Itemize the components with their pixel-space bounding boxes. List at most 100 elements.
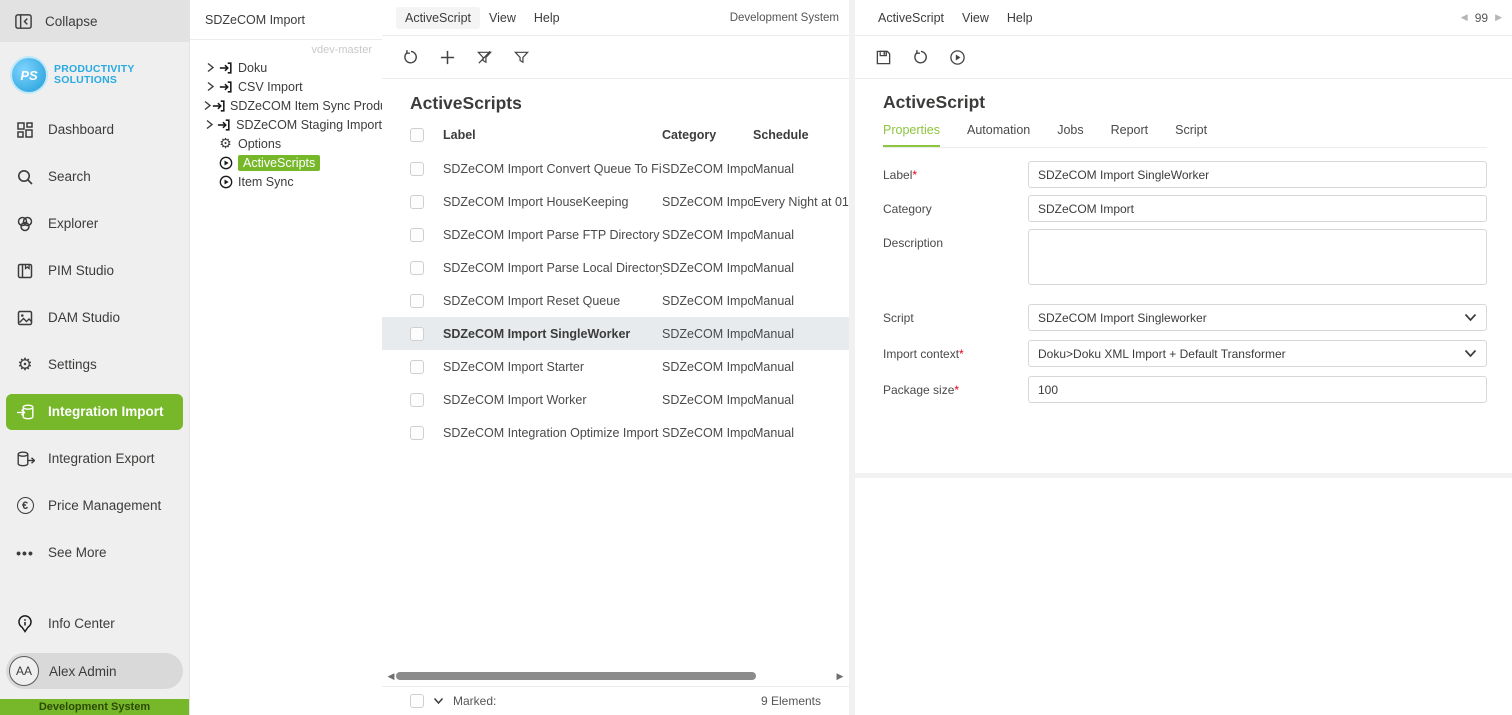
sidebar-item-pim-studio[interactable]: PIM Studio — [6, 253, 183, 289]
chevron-right-icon[interactable] — [203, 100, 212, 111]
activescript-detail-panel: ActiveScript View Help ◀ 99 ▶ ActiveScri… — [855, 0, 1512, 715]
tree-item-sdzecom-item-sync-products[interactable]: SDZeCOM Item Sync Products — [190, 96, 403, 115]
package-size-field[interactable] — [1028, 376, 1487, 403]
table-row[interactable]: SDZeCOM Import Starter SDZeCOM Import Ma… — [382, 350, 849, 383]
sidebar-item-info-center[interactable]: Info Center — [6, 606, 183, 642]
play-circle-icon — [217, 175, 234, 189]
menu-view[interactable]: View — [953, 7, 998, 29]
description-field[interactable] — [1028, 229, 1487, 285]
filter-clear-button[interactable] — [470, 43, 498, 71]
chevron-down-icon[interactable] — [433, 697, 444, 705]
tree-item-sdzecom-staging-import[interactable]: SDZeCOM Staging Import — [190, 115, 382, 134]
tree-panel: SDZeCOM Import vdev-master Doku CSV Impo… — [189, 0, 403, 715]
table-row[interactable]: SDZeCOM Import Parse FTP Directory SDZeC… — [382, 218, 849, 251]
tree-item-activescripts[interactable]: ActiveScripts — [190, 153, 382, 172]
sidebar-item-search[interactable]: Search — [6, 159, 183, 195]
list-toolbar — [382, 36, 849, 79]
sidebar-item-dashboard[interactable]: Dashboard — [6, 112, 183, 148]
row-checkbox[interactable] — [410, 194, 424, 209]
tab-jobs[interactable]: Jobs — [1057, 123, 1083, 147]
row-checkbox[interactable] — [410, 161, 424, 176]
sidebar-item-see-more[interactable]: ••• See More — [6, 535, 183, 571]
record-pager: ◀ 99 ▶ — [1461, 11, 1502, 25]
scrollbar-thumb[interactable] — [396, 672, 756, 680]
filter-clear-icon — [476, 49, 493, 66]
tab-report[interactable]: Report — [1111, 123, 1149, 147]
tree-item-item-sync[interactable]: Item Sync — [190, 172, 382, 191]
add-button[interactable] — [433, 43, 461, 71]
import-node-icon — [216, 118, 232, 132]
row-checkbox[interactable] — [410, 425, 424, 440]
table-row[interactable]: SDZeCOM Integration Optimize Import Tabl… — [382, 416, 849, 449]
refresh-button[interactable] — [396, 43, 424, 71]
collapse-button[interactable]: Collapse — [0, 0, 189, 42]
import-context-select[interactable]: Doku>Doku XML Import + Default Transform… — [1028, 340, 1487, 367]
row-checkbox[interactable] — [410, 260, 424, 275]
refresh-button[interactable] — [906, 43, 934, 71]
pager-previous-icon[interactable]: ◀ — [1461, 12, 1468, 23]
select-all-checkbox[interactable] — [410, 128, 424, 142]
user-menu[interactable]: AA Alex Admin — [6, 653, 183, 689]
menu-help[interactable]: Help — [525, 7, 569, 29]
horizontal-scrollbar[interactable]: ◀ ▶ — [382, 666, 849, 686]
filter-button[interactable] — [507, 43, 535, 71]
run-button[interactable] — [943, 43, 971, 71]
table-row[interactable]: SDZeCOM Import Reset Queue SDZeCOM Impor… — [382, 284, 849, 317]
save-icon — [875, 49, 892, 66]
tree-item-csv-import[interactable]: CSV Import — [190, 77, 382, 96]
row-checkbox[interactable] — [410, 326, 424, 341]
chevron-right-icon[interactable] — [203, 81, 217, 92]
script-select[interactable]: SDZeCOM Import Singleworker — [1028, 304, 1487, 331]
menu-view[interactable]: View — [480, 7, 525, 29]
menu-activescript[interactable]: ActiveScript — [869, 7, 953, 29]
category-field[interactable] — [1028, 195, 1487, 222]
tree-item-doku[interactable]: Doku — [190, 58, 382, 77]
scroll-right-icon[interactable]: ▶ — [835, 671, 845, 682]
sidebar-item-price-management[interactable]: € Price Management — [6, 488, 183, 524]
scrollbar-track[interactable] — [396, 672, 835, 680]
info-center-icon — [15, 614, 35, 633]
row-checkbox[interactable] — [410, 293, 424, 308]
table-row[interactable]: SDZeCOM Import Worker SDZeCOM Import Man… — [382, 383, 849, 416]
table-row-selected[interactable]: SDZeCOM Import SingleWorker SDZeCOM Impo… — [382, 317, 849, 350]
marked-label: Marked: — [453, 694, 497, 708]
row-checkbox[interactable] — [410, 227, 424, 242]
row-checkbox[interactable] — [410, 359, 424, 374]
table-row[interactable]: SDZeCOM Import Parse Local Directory SDZ… — [382, 251, 849, 284]
tab-script[interactable]: Script — [1175, 123, 1207, 147]
marked-checkbox[interactable] — [410, 694, 424, 708]
sidebar-item-explorer[interactable]: Explorer — [6, 206, 183, 242]
menu-activescript[interactable]: ActiveScript — [396, 6, 480, 29]
required-asterisk: * — [959, 347, 964, 361]
scroll-left-icon[interactable]: ◀ — [386, 671, 396, 682]
table-row[interactable]: SDZeCOM Import HouseKeeping SDZeCOM Impo… — [382, 185, 849, 218]
table-row[interactable]: SDZeCOM Import Convert Queue To Filesyst… — [382, 152, 849, 185]
tree-item-options[interactable]: ⚙ Options — [190, 134, 382, 153]
brand-name: PRODUCTIVITY SOLUTIONS — [54, 63, 135, 86]
chevron-down-icon — [1464, 313, 1477, 322]
sidebar-item-integration-import[interactable]: Integration Import — [6, 393, 183, 430]
brand-logo[interactable]: PS PRODUCTIVITY SOLUTIONS — [0, 42, 189, 106]
chevron-right-icon[interactable] — [203, 62, 217, 73]
brand-ps-icon: PS — [12, 58, 46, 92]
column-schedule[interactable]: Schedule — [753, 128, 849, 142]
form-row-category: Category — [883, 195, 1487, 222]
save-button[interactable] — [869, 43, 897, 71]
pim-studio-icon — [15, 262, 35, 280]
row-checkbox[interactable] — [410, 392, 424, 407]
pager-next-icon[interactable]: ▶ — [1495, 12, 1502, 23]
column-label[interactable]: Label — [443, 128, 662, 142]
tab-properties[interactable]: Properties — [883, 123, 940, 147]
element-count: 9 Elements — [760, 694, 821, 708]
tab-automation[interactable]: Automation — [967, 123, 1030, 147]
import-node-icon — [212, 99, 226, 113]
sidebar-item-dam-studio[interactable]: DAM Studio — [6, 300, 183, 336]
chevron-right-icon[interactable] — [203, 119, 216, 130]
column-category[interactable]: Category — [662, 128, 753, 142]
sidebar-item-integration-export[interactable]: Integration Export — [6, 441, 183, 477]
chevron-down-icon — [1464, 349, 1477, 358]
label-field[interactable] — [1028, 161, 1487, 188]
menu-help[interactable]: Help — [998, 7, 1042, 29]
sidebar-item-settings[interactable]: ⚙ Settings — [6, 347, 183, 383]
